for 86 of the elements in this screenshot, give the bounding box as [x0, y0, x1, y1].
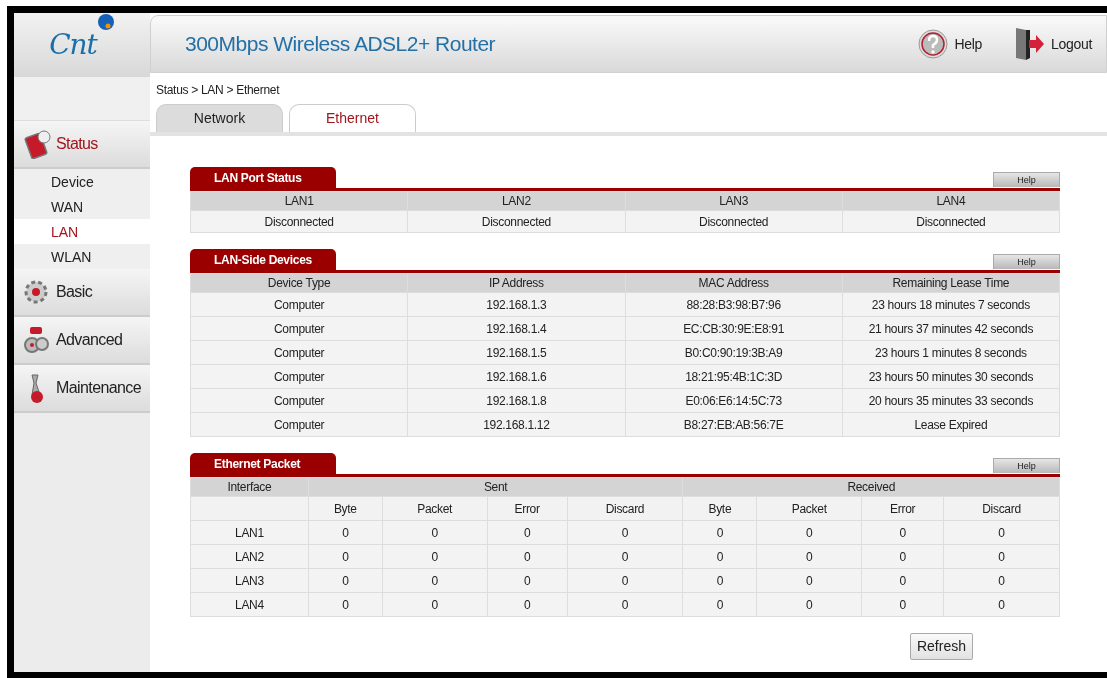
breadcrumb: Status > LAN > Ethernet: [155, 82, 281, 99]
table-cell: Disconnected: [842, 210, 1060, 233]
sidebar-group[interactable]: Maintenance: [14, 365, 150, 413]
table-cell: 23 hours 18 minutes 7 seconds: [842, 292, 1060, 317]
logout-icon: [1013, 26, 1045, 62]
column-header: Interface: [190, 477, 309, 497]
table-cell: 0: [382, 568, 488, 593]
column-header: Discard: [943, 496, 1060, 521]
sidebar-item[interactable]: LAN: [14, 219, 150, 244]
table-cell: Computer: [190, 412, 408, 437]
refresh-button[interactable]: Refresh: [909, 633, 973, 660]
globe-icon: [96, 13, 115, 31]
table-cell: E0:06:E6:14:5C:73: [625, 388, 843, 413]
table-cell: 192.168.1.12: [407, 412, 625, 437]
table-cell: 23 hours 1 minutes 8 seconds: [842, 340, 1060, 365]
table-cell: B8:27:EB:AB:56:7E: [625, 412, 843, 437]
gears-icon: [22, 325, 52, 355]
table-cell: B0:C0:90:19:3B:A9: [625, 340, 843, 365]
sidebar-group[interactable]: Status: [14, 121, 150, 169]
table-cell: 23 hours 50 minutes 30 seconds: [842, 364, 1060, 389]
help-button[interactable]: Help: [993, 254, 1060, 269]
column-header: Sent: [308, 477, 683, 497]
table-cell: 0: [567, 568, 683, 593]
column-header: LAN4: [842, 191, 1060, 211]
column-header: MAC Address: [625, 273, 843, 293]
table-cell: 0: [382, 520, 488, 545]
tab[interactable]: Network: [156, 104, 283, 132]
table-cell: Computer: [190, 340, 408, 365]
column-header: Remaining Lease Time: [842, 273, 1060, 293]
table-cell: 0: [382, 592, 488, 617]
table-cell: 0: [943, 568, 1060, 593]
column-header: Device Type: [190, 273, 408, 293]
table-cell: 0: [756, 568, 862, 593]
table-cell: 192.168.1.5: [407, 340, 625, 365]
table-cell: LAN2: [190, 544, 309, 569]
column-header: LAN2: [407, 191, 625, 211]
table-cell: 0: [943, 592, 1060, 617]
table-cell: 192.168.1.4: [407, 316, 625, 341]
column-header: Packet: [756, 496, 862, 521]
table-cell: 192.168.1.8: [407, 388, 625, 413]
help-icon: [918, 29, 949, 59]
help-link[interactable]: Help: [918, 29, 982, 59]
table-cell: 0: [567, 592, 683, 617]
logout-link[interactable]: Logout: [1013, 26, 1092, 62]
table-cell: Computer: [190, 292, 408, 317]
table-cell: 0: [756, 592, 862, 617]
table-cell: 0: [567, 520, 683, 545]
table-cell: 21 hours 37 minutes 42 seconds: [842, 316, 1060, 341]
table-cell: EC:CB:30:9E:E8:91: [625, 316, 843, 341]
table-cell: 0: [382, 544, 488, 569]
column-header: LAN3: [625, 191, 843, 211]
table-cell: 0: [943, 520, 1060, 545]
section-title: LAN-Side Devices: [190, 249, 336, 270]
table-cell: 192.168.1.3: [407, 292, 625, 317]
help-button[interactable]: Help: [993, 458, 1060, 473]
table-cell: 0: [756, 520, 862, 545]
table-cell: LAN3: [190, 568, 309, 593]
table-cell: Disconnected: [407, 210, 625, 233]
sidebar-group[interactable]: Advanced: [14, 317, 150, 365]
table-cell: Disconnected: [190, 210, 408, 233]
table-cell: LAN4: [190, 592, 309, 617]
table-cell: 192.168.1.6: [407, 364, 625, 389]
column-header: LAN1: [190, 191, 408, 211]
page-title: 300Mbps Wireless ADSL2+ Router: [185, 31, 497, 58]
sidebar-group[interactable]: Basic: [14, 269, 150, 317]
column-header: Discard: [567, 496, 683, 521]
column-header: Packet: [382, 496, 488, 521]
section-title: LAN Port Status: [190, 167, 336, 188]
table-cell: 20 hours 35 minutes 33 seconds: [842, 388, 1060, 413]
table-cell: 88:28:B3:98:B7:96: [625, 292, 843, 317]
section-title: Ethernet Packet: [190, 453, 336, 474]
table-cell: 0: [756, 544, 862, 569]
table-cell: Lease Expired: [842, 412, 1060, 437]
table-cell: 0: [943, 544, 1060, 569]
logo-text: Cnt: [49, 27, 97, 63]
table-cell: 0: [567, 544, 683, 569]
column-header: IP Address: [407, 273, 625, 293]
tab[interactable]: Ethernet: [289, 104, 416, 132]
table-cell: Computer: [190, 364, 408, 389]
table-cell: Computer: [190, 316, 408, 341]
help-button[interactable]: Help: [993, 172, 1060, 187]
column-header: Received: [682, 477, 1060, 497]
table-cell: Computer: [190, 388, 408, 413]
table-cell: 18:21:95:4B:1C:3D: [625, 364, 843, 389]
table-cell: Disconnected: [625, 210, 843, 233]
table-cell: LAN1: [190, 520, 309, 545]
